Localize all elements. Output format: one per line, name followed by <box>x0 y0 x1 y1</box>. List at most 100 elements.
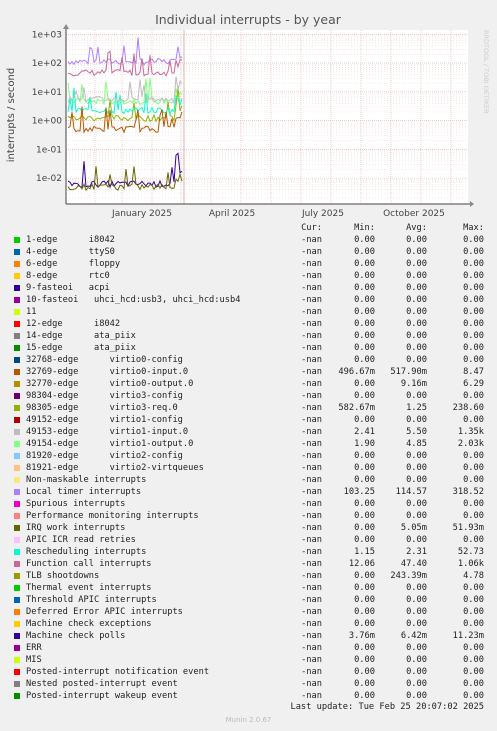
legend-swatch <box>14 381 20 387</box>
legend-row: Posted-interrupt wakeup event -nan 0.00 0.0… <box>0 690 497 702</box>
legend-max: 0.00 <box>463 667 484 677</box>
legend-name: Posted-interrupt notification event <box>26 667 210 677</box>
legend-cur: -nan <box>301 607 322 617</box>
legend-cur: -nan <box>301 451 322 461</box>
legend-max: 0.00 <box>463 307 484 317</box>
legend-swatch <box>14 393 20 399</box>
legend-max: 1.35k <box>457 427 484 437</box>
legend-cur: -nan <box>301 571 322 581</box>
x-tick-label: July 2025 <box>301 209 344 219</box>
legend-cur: -nan <box>301 559 322 569</box>
legend-row: 49153-edge virtio1-input.0 -nan 2.41 5.50 1.… <box>0 426 497 438</box>
legend-name: 49154-edge virtio1-output.0 <box>26 439 194 449</box>
legend-max: 6.29 <box>463 379 484 389</box>
legend-cur: -nan <box>301 367 322 377</box>
legend-swatch <box>14 633 20 639</box>
legend-min: 1.15 <box>354 547 375 557</box>
legend-min: 1.90 <box>354 439 375 449</box>
legend-row: 32770-edge virtio0-output.0 -nan 0.00 9.16m… <box>0 378 497 390</box>
legend-min: 0.00 <box>354 535 375 545</box>
legend-name: 32768-edge virtio0-config <box>26 355 183 365</box>
legend-min: 0.00 <box>354 355 375 365</box>
legend-swatch <box>14 297 20 303</box>
legend-swatch <box>14 513 20 519</box>
legend-min: 496.67m <box>338 367 375 377</box>
legend-max: 0.00 <box>463 295 484 305</box>
legend-name: 81921-edge virtio2-virtqueues <box>26 463 204 473</box>
legend-avg: 0.00 <box>406 655 427 665</box>
legend-max: 0.00 <box>463 655 484 665</box>
legend-avg: 0.00 <box>406 583 427 593</box>
legend-name: Nested posted-interrupt event <box>26 679 178 689</box>
legend-swatch <box>14 645 20 651</box>
legend-swatch <box>14 309 20 315</box>
legend-table: Cur: Min: Avg: Max: 1-edge i8042 -nan 0.00… <box>0 222 497 702</box>
legend-row: 49154-edge virtio1-output.0 -nan 1.90 4.85 2… <box>0 438 497 450</box>
legend-max: 0.00 <box>463 343 484 353</box>
legend-max: 51.93m <box>452 523 484 533</box>
legend-name: 81920-edge virtio2-config <box>26 451 183 461</box>
legend-max: 0.00 <box>463 391 484 401</box>
legend-header: Cur: Min: Avg: Max: <box>0 222 497 234</box>
legend-avg: 0.00 <box>406 679 427 689</box>
legend-swatch <box>14 417 20 423</box>
legend-avg: 0.00 <box>406 643 427 653</box>
legend-row: Threshold APIC interrupts -nan 0.00 0.00 0.0… <box>0 594 497 606</box>
legend-cur: -nan <box>301 547 322 557</box>
legend-cur: -nan <box>301 379 322 389</box>
legend-min: 0.00 <box>354 571 375 581</box>
legend-avg: 5.50 <box>406 427 427 437</box>
legend-min: 0.00 <box>354 259 375 269</box>
legend-max: 0.00 <box>463 619 484 629</box>
legend-min: 0.00 <box>354 511 375 521</box>
legend-swatch <box>14 549 20 555</box>
legend-cur: -nan <box>301 343 322 353</box>
legend-avg: 0.00 <box>406 319 427 329</box>
legend-cur: -nan <box>301 511 322 521</box>
legend-row: 32769-edge virtio0-input.0 -nan 496.67m 517… <box>0 366 497 378</box>
legend-swatch <box>14 357 20 363</box>
y-tick-label: 1e-01 <box>36 145 62 155</box>
legend-avg: 243.39m <box>390 571 427 581</box>
legend-row: ERR -nan 0.00 0.00 0.00 <box>0 642 497 654</box>
legend-max: 0.00 <box>463 415 484 425</box>
legend-min: 0.00 <box>354 247 375 257</box>
legend-avg: 0.00 <box>406 691 427 701</box>
legend-max: 0.00 <box>463 355 484 365</box>
legend-swatch <box>14 465 20 471</box>
legend-avg: 0.00 <box>406 475 427 485</box>
legend-min: 0.00 <box>354 451 375 461</box>
y-axis-arrow <box>63 24 69 29</box>
legend-avg: 9.16m <box>400 379 427 389</box>
legend-swatch <box>14 585 20 591</box>
legend-name: 11 <box>26 307 37 317</box>
legend-swatch <box>14 441 20 447</box>
legend-cur: -nan <box>301 355 322 365</box>
legend-row: Posted-interrupt notification event -nan 0… <box>0 666 497 678</box>
legend-name: 6-edge floppy <box>26 259 121 269</box>
legend-avg: 0.00 <box>406 391 427 401</box>
legend-cur: -nan <box>301 667 322 677</box>
legend-swatch <box>14 477 20 483</box>
legend-max: 0.00 <box>463 331 484 341</box>
legend-name: 98304-edge virtio3-config <box>26 391 183 401</box>
legend-avg: 0.00 <box>406 415 427 425</box>
legend-row: 81920-edge virtio2-config -nan 0.00 0.00 0.0… <box>0 450 497 462</box>
legend-max: 0.00 <box>463 679 484 689</box>
legend-name: Performance monitoring interrupts <box>26 511 199 521</box>
y-axis-label: interrupts / second <box>6 68 17 162</box>
legend-avg: 0.00 <box>406 271 427 281</box>
legend-min: 0.00 <box>354 595 375 605</box>
legend-row: APIC ICR read retries -nan 0.00 0.00 0.00 <box>0 534 497 546</box>
chart-title: Individual interrupts - by year <box>155 12 342 27</box>
legend-row: 49152-edge virtio1-config -nan 0.00 0.00 0.0… <box>0 414 497 426</box>
legend-name: 9-fasteoi acpi <box>26 283 110 293</box>
legend-min: 0.00 <box>354 379 375 389</box>
legend-cur: -nan <box>301 679 322 689</box>
legend-name: Spurious interrupts <box>26 499 126 509</box>
legend-row: 1-edge i8042 -nan 0.00 0.00 0.00 <box>0 234 497 246</box>
legend-min: 0.00 <box>354 283 375 293</box>
legend-name: 12-edge i8042 <box>26 319 121 329</box>
legend-min: 0.00 <box>354 295 375 305</box>
legend-min: 0.00 <box>354 583 375 593</box>
